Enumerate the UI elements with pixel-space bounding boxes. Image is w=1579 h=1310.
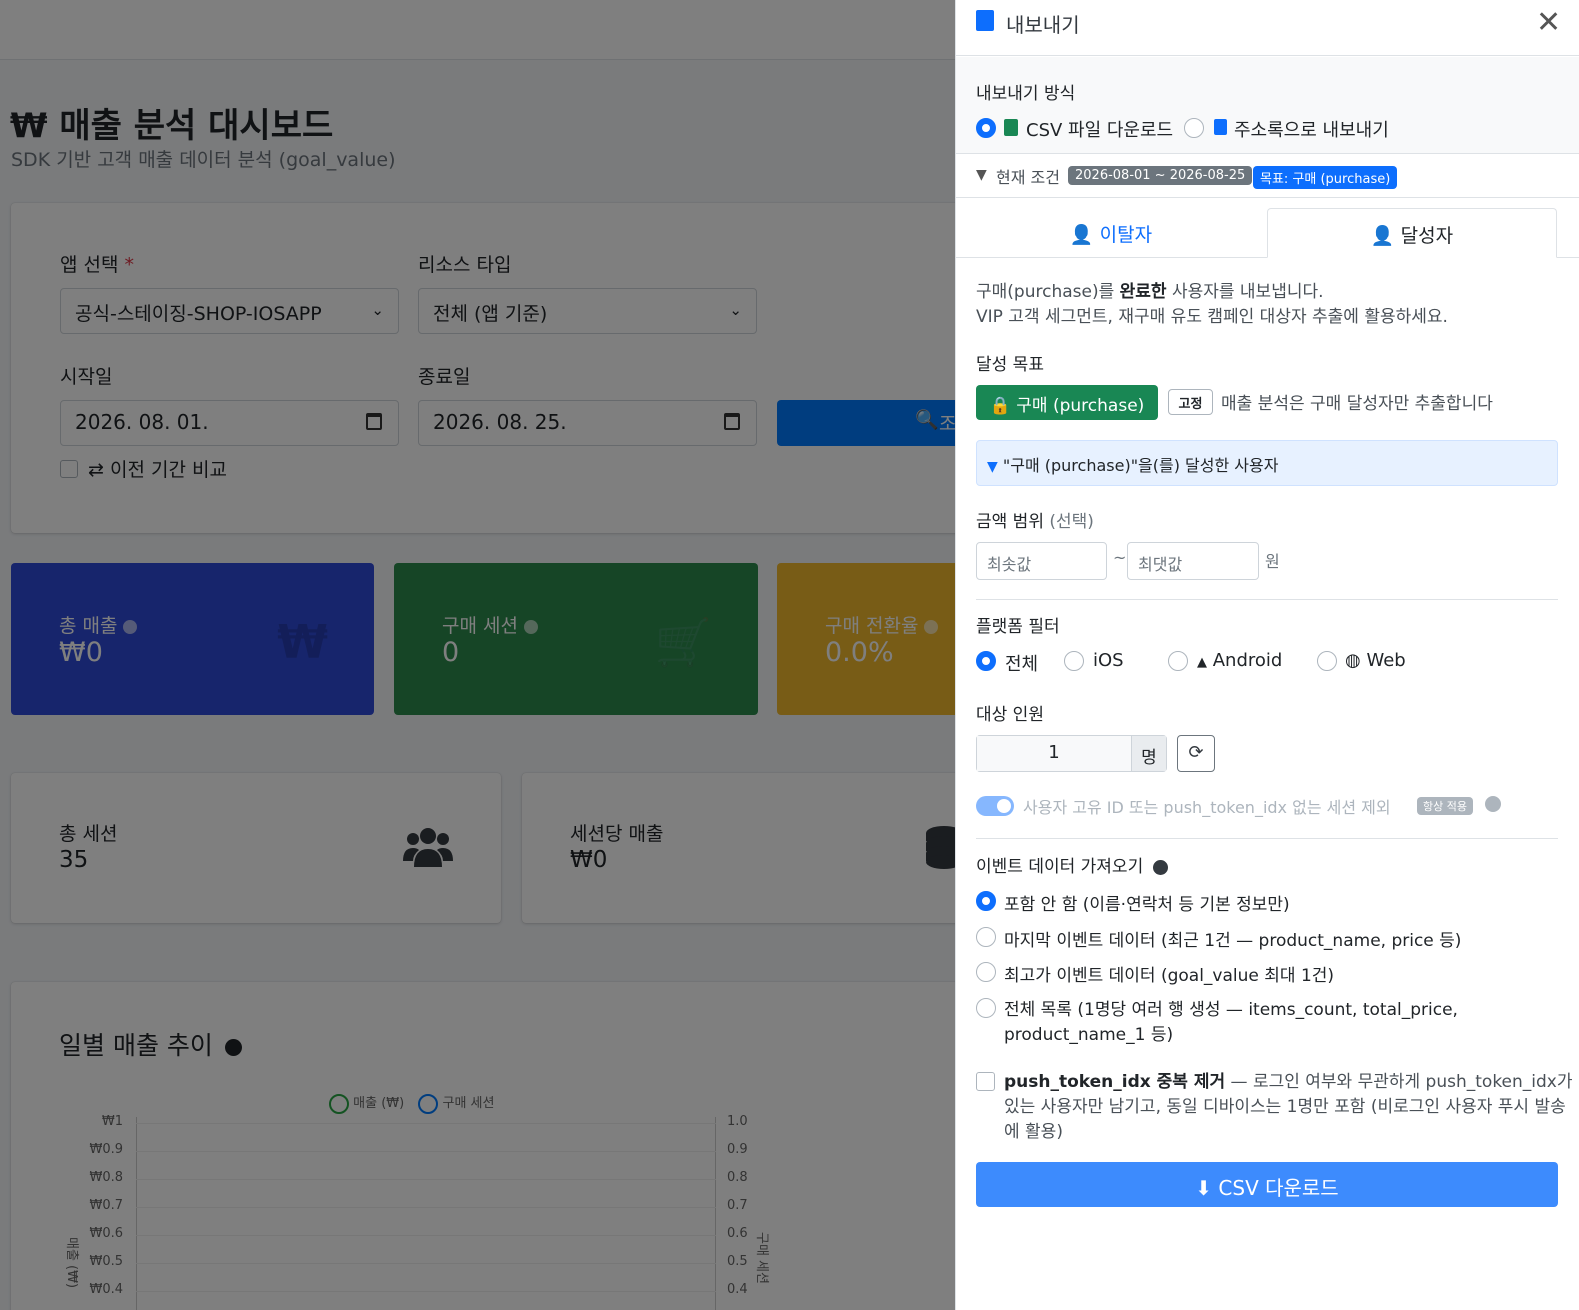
- goal-purchase-button[interactable]: 🔒 구매 (purchase): [976, 385, 1158, 420]
- csv-download-button[interactable]: ⬇ CSV 다운로드: [976, 1162, 1558, 1207]
- info-icon[interactable]: [1485, 796, 1501, 812]
- radio-csv-download[interactable]: [976, 118, 996, 138]
- goal-label: 달성 목표: [976, 355, 1044, 375]
- address-book-icon: [1214, 119, 1227, 135]
- platform-android-label: ▲ Android: [1197, 650, 1283, 671]
- always-applied-badge: 항상 적용: [1417, 797, 1473, 815]
- file-export-icon: [976, 10, 994, 31]
- event-last-label: 마지막 이벤트 데이터 (최근 1건 — product_name, price…: [1004, 931, 1462, 951]
- export-method-label: 내보내기 방식: [976, 84, 1076, 104]
- csv-file-icon: [1004, 119, 1018, 136]
- radio-platform-android[interactable]: [1168, 651, 1188, 671]
- exclude-label: 사용자 고유 ID 또는 push_token_idx 없는 세션 제외: [1023, 798, 1391, 817]
- panel-header: 내보내기 ✕: [956, 0, 1579, 56]
- dedup-label-line3: 에 활용): [1004, 1122, 1063, 1142]
- radio-platform-all[interactable]: [976, 651, 996, 671]
- platform-web-label: ◍ Web: [1345, 650, 1406, 671]
- filter-icon: ▼: [987, 459, 998, 475]
- android-icon: ▲: [1197, 655, 1207, 670]
- target-count-label: 대상 인원: [976, 705, 1044, 725]
- target-count-input[interactable]: 1: [977, 736, 1132, 771]
- download-icon: ⬇: [1195, 1176, 1213, 1200]
- amount-unit: 원: [1265, 552, 1280, 571]
- filter-icon: ▼: [976, 167, 987, 183]
- goal-note: 매출 분석은 구매 달성자만 추출합니다: [1221, 394, 1493, 414]
- condition-goal-badge: 목표: 구매 (purchase): [1253, 166, 1398, 189]
- radio-address-book[interactable]: [1184, 118, 1204, 138]
- condition-label: 현재 조건: [996, 168, 1060, 187]
- fixed-badge: 고정: [1168, 389, 1213, 415]
- lock-icon: 🔒: [989, 396, 1011, 416]
- platform-ios-label: iOS: [1093, 650, 1124, 671]
- user-minus-icon: 👤: [1069, 224, 1094, 246]
- divider: [976, 838, 1558, 839]
- amount-range-label: 금액 범위 (선택): [976, 512, 1094, 532]
- event-all-label: 전체 목록 (1명당 여러 행 생성 — items_count, total_…: [1004, 1000, 1458, 1020]
- platform-filter-label: 플랫폼 필터: [976, 617, 1060, 637]
- amount-max-input[interactable]: 최댓값: [1127, 542, 1259, 580]
- panel-title: 내보내기: [1006, 13, 1080, 37]
- target-count-unit: 명: [1132, 736, 1166, 771]
- tab-description-line2: VIP 고객 세그먼트, 재구매 유도 캠페인 대상자 추출에 활용하세요.: [976, 307, 1448, 327]
- csv-download-label: CSV 파일 다운로드: [1026, 120, 1174, 141]
- radio-platform-ios[interactable]: [1064, 651, 1084, 671]
- export-panel: 내보내기 ✕ 내보내기 방식 CSV 파일 다운로드 주소록으로 내보내기 ▼ …: [955, 0, 1579, 1310]
- close-icon[interactable]: ✕: [1536, 8, 1561, 38]
- address-book-label: 주소록으로 내보내기: [1234, 120, 1389, 141]
- event-none-label: 포함 안 함 (이름·연락처 등 기본 정보만): [1004, 895, 1290, 915]
- dedup-checkbox[interactable]: [976, 1072, 995, 1091]
- globe-icon: ◍: [1345, 650, 1361, 671]
- tab-churned[interactable]: 👤 이탈자: [956, 208, 1266, 258]
- tab-description: 구매(purchase)를 완료한 사용자를 내보냅니다.: [976, 282, 1324, 302]
- platform-all-label: 전체: [1005, 654, 1039, 675]
- dedup-label-line2: 있는 사용자만 남기고, 동일 디바이스는 1명만 포함 (비로그인 사용자 푸…: [1004, 1097, 1566, 1117]
- goal-filter-alert: ▼ "구매 (purchase)"을(를) 달성한 사용자: [976, 440, 1558, 486]
- target-count-group: 1 명: [976, 735, 1167, 772]
- event-max-label: 최고가 이벤트 데이터 (goal_value 최대 1건): [1004, 966, 1335, 986]
- tab-achievers[interactable]: 👤 달성자: [1267, 208, 1557, 258]
- amount-tilde: ~: [1113, 548, 1127, 567]
- radio-event-last[interactable]: [976, 927, 996, 947]
- radio-platform-web[interactable]: [1317, 651, 1337, 671]
- info-icon[interactable]: [1153, 859, 1169, 875]
- export-method-section: 내보내기 방식 CSV 파일 다운로드 주소록으로 내보내기: [956, 57, 1579, 154]
- refresh-button[interactable]: ⟳: [1177, 735, 1215, 772]
- radio-event-all[interactable]: [976, 998, 996, 1018]
- dedup-label: push_token_idx 중복 제거 — 로그인 여부와 무관하게 push…: [1004, 1072, 1573, 1092]
- amount-min-input[interactable]: 최솟값: [976, 542, 1107, 580]
- event-all-label-cont: product_name_1 등): [1004, 1025, 1174, 1045]
- exclude-toggle[interactable]: [976, 796, 1014, 816]
- radio-event-max[interactable]: [976, 962, 996, 982]
- divider: [976, 599, 1558, 600]
- radio-event-none[interactable]: [976, 891, 996, 911]
- current-condition-bar: ▼ 현재 조건 2026-08-01 ~ 2026-08-25 목표: 구매 (…: [956, 155, 1579, 198]
- event-data-label: 이벤트 데이터 가져오기: [976, 852, 1169, 877]
- modal-backdrop[interactable]: [0, 0, 955, 1310]
- refresh-icon: ⟳: [1188, 742, 1204, 763]
- condition-date-badge: 2026-08-01 ~ 2026-08-25: [1068, 166, 1253, 185]
- user-check-icon: 👤: [1370, 225, 1395, 247]
- export-tabs: 👤 이탈자 👤 달성자: [956, 208, 1579, 258]
